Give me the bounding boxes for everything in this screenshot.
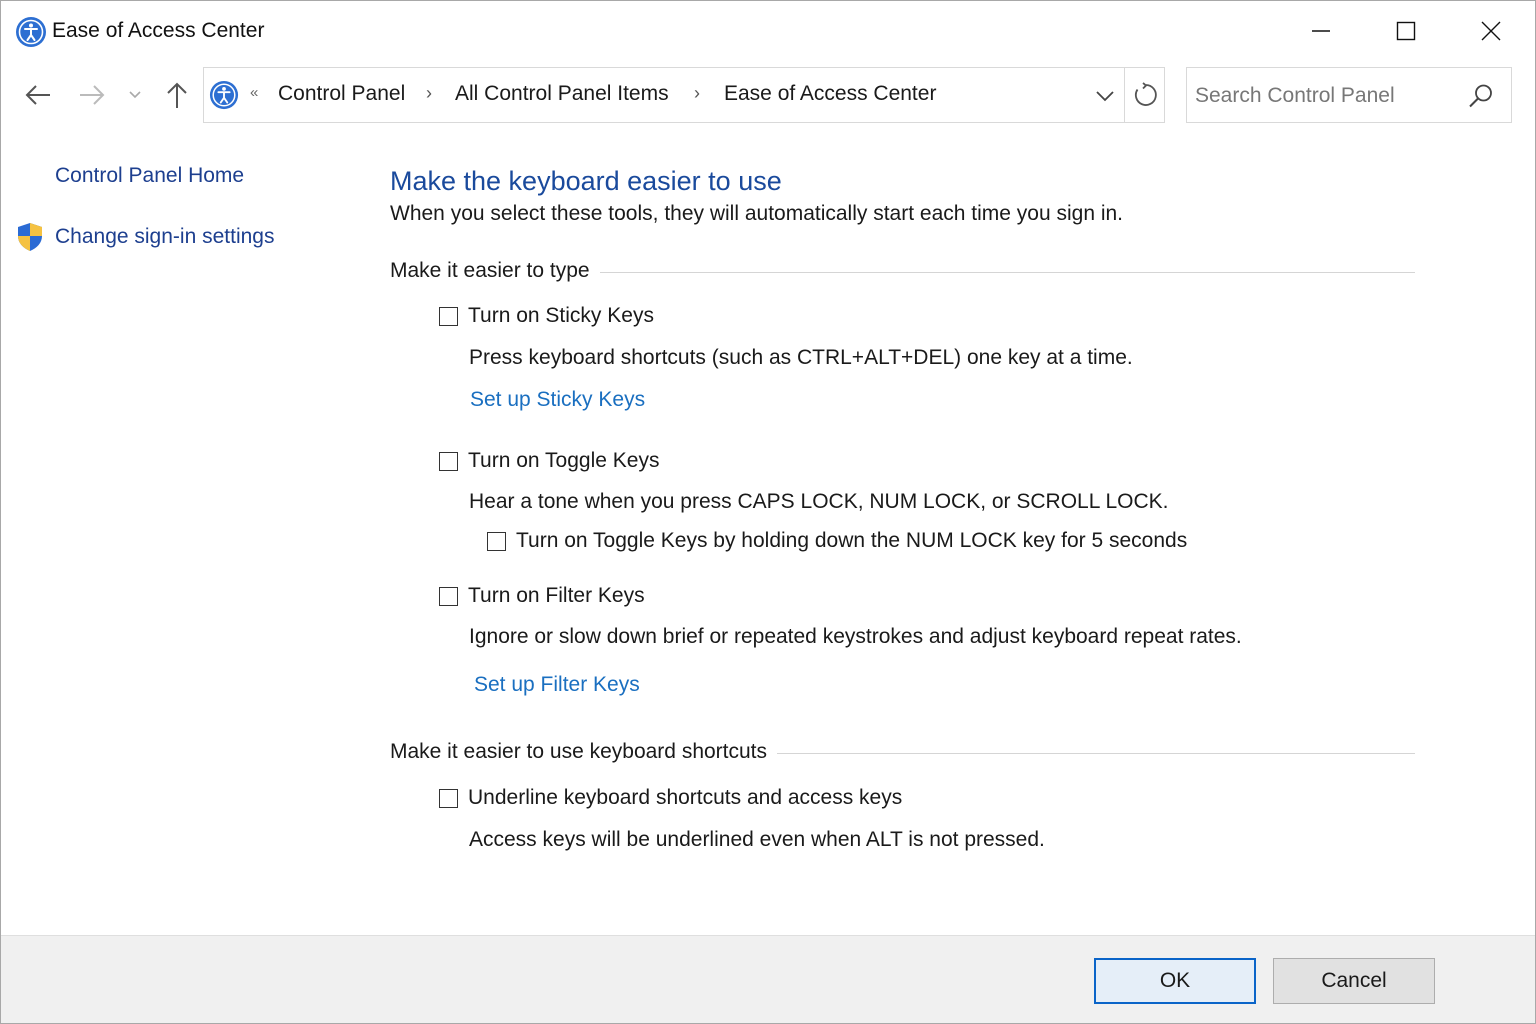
ease-of-access-window: Ease of Access Center « Control Panel › … xyxy=(0,0,1536,1024)
filter-keys-label[interactable]: Turn on Filter Keys xyxy=(468,584,645,608)
filter-keys-checkbox[interactable]: Turn on Filter Keys xyxy=(439,584,645,608)
underline-shortcuts-checkbox[interactable]: Underline keyboard shortcuts and access … xyxy=(439,786,902,810)
cancel-button[interactable]: Cancel xyxy=(1273,958,1435,1004)
set-up-sticky-keys-link[interactable]: Set up Sticky Keys xyxy=(470,388,645,412)
page-title: Make the keyboard easier to use xyxy=(390,166,782,196)
main-content: Make the keyboard easier to use When you… xyxy=(1,1,1535,931)
toggle-keys-numlock-checkbox[interactable]: Turn on Toggle Keys by holding down the … xyxy=(487,529,1187,553)
sticky-keys-label[interactable]: Turn on Sticky Keys xyxy=(468,304,654,328)
toggle-keys-label[interactable]: Turn on Toggle Keys xyxy=(468,449,659,473)
page-subtitle: When you select these tools, they will a… xyxy=(390,202,1124,225)
sticky-keys-checkbox[interactable]: Turn on Sticky Keys xyxy=(439,304,654,328)
checkbox-box[interactable] xyxy=(439,306,458,326)
sticky-keys-description: Press keyboard shortcuts (such as CTRL+A… xyxy=(469,346,1133,369)
checkbox-box[interactable] xyxy=(487,531,506,551)
dialog-footer: OK Cancel xyxy=(1,935,1535,1023)
toggle-keys-numlock-label[interactable]: Turn on Toggle Keys by holding down the … xyxy=(516,529,1187,553)
filter-keys-description: Ignore or slow down brief or repeated ke… xyxy=(469,625,1242,648)
group-label-type: Make it easier to type xyxy=(390,259,600,283)
set-up-filter-keys-link[interactable]: Set up Filter Keys xyxy=(474,673,640,697)
ok-button[interactable]: OK xyxy=(1094,958,1256,1004)
checkbox-box[interactable] xyxy=(439,586,458,606)
checkbox-box[interactable] xyxy=(439,451,458,471)
underline-shortcuts-description: Access keys will be underlined even when… xyxy=(469,828,1045,851)
underline-shortcuts-label[interactable]: Underline keyboard shortcuts and access … xyxy=(468,786,902,810)
group-label-shortcuts: Make it easier to use keyboard shortcuts xyxy=(390,740,778,764)
checkbox-box[interactable] xyxy=(439,788,458,808)
toggle-keys-description: Hear a tone when you press CAPS LOCK, NU… xyxy=(469,490,1169,513)
toggle-keys-checkbox[interactable]: Turn on Toggle Keys xyxy=(439,449,659,473)
